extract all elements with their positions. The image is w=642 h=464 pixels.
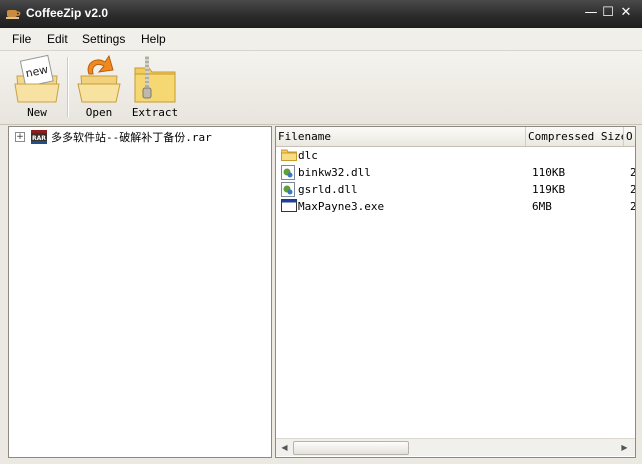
new-archive-icon: new	[14, 54, 60, 103]
open-folder-icon	[77, 54, 121, 103]
list-item[interactable]: gsrld.dll 119KB 2	[276, 181, 635, 198]
extract-label: Extract	[131, 106, 179, 119]
column-compressed-size[interactable]: Compressed Size	[526, 127, 624, 146]
toolbar: new New Open Extract	[0, 51, 642, 125]
rar-archive-icon: RAR	[31, 130, 47, 144]
svg-text:RAR: RAR	[32, 135, 46, 142]
scroll-left-arrow-icon[interactable]: ◀	[278, 441, 291, 454]
minimize-button[interactable]: —	[583, 5, 599, 21]
archive-tree-pane[interactable]: + RAR 多多软件站--破解补丁备份.rar	[8, 126, 272, 458]
close-button[interactable]: ✕	[618, 5, 634, 21]
list-item[interactable]: MaxPayne3.exe 6MB 2	[276, 198, 635, 215]
maximize-button[interactable]: ☐	[600, 5, 616, 21]
dll-file-icon	[281, 165, 295, 180]
list-item[interactable]: dlc	[276, 147, 635, 164]
dll-file-icon	[281, 182, 295, 197]
horizontal-scrollbar[interactable]: ◀ ▶	[276, 438, 635, 456]
extract-button[interactable]: Extract	[127, 54, 183, 122]
new-button[interactable]: new New	[9, 54, 65, 122]
scrollbar-thumb[interactable]	[293, 441, 409, 455]
exe-file-icon	[281, 199, 297, 212]
list-header: Filename Compressed Size O	[276, 127, 635, 147]
open-label: Open	[85, 106, 113, 119]
menu-file[interactable]: File	[12, 32, 31, 46]
coffee-cup-icon	[6, 10, 21, 19]
toolbar-separator	[67, 57, 69, 117]
open-button[interactable]: Open	[71, 54, 127, 122]
archive-name: 多多软件站--破解补丁备份.rar	[51, 131, 212, 144]
menu-edit[interactable]: Edit	[47, 32, 68, 46]
list-item[interactable]: binkw32.dll 110KB 2	[276, 164, 635, 181]
new-label: New	[27, 106, 47, 119]
file-list-pane[interactable]: Filename Compressed Size O dlc binkw32.d…	[275, 126, 636, 458]
zip-folder-icon	[134, 56, 176, 103]
expand-toggle[interactable]: +	[15, 132, 25, 142]
folder-icon	[281, 149, 297, 161]
menu-bar: File Edit Settings Help	[0, 28, 642, 51]
title-bar: CoffeeZip v2.0 — ☐ ✕	[0, 0, 642, 28]
scroll-right-arrow-icon[interactable]: ▶	[618, 441, 631, 454]
window-title: CoffeeZip v2.0	[26, 6, 109, 20]
column-original-size[interactable]: O	[624, 127, 635, 146]
menu-settings[interactable]: Settings	[82, 32, 125, 46]
column-filename[interactable]: Filename	[276, 127, 526, 146]
menu-help[interactable]: Help	[141, 32, 166, 46]
